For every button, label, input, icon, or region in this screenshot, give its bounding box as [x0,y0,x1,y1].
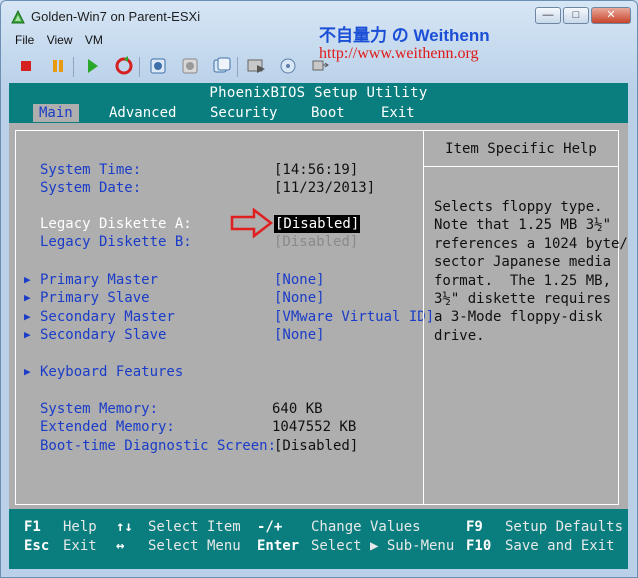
watermark-title: 不自量力 の Weithenn [319,26,490,45]
vm-console-window: Golden-Win7 on Parent-ESXi — □ ✕ 不自量力 の … [0,0,638,578]
plusminus-key: -/+ [257,519,283,535]
extended-memory-value: 1047552 KB [272,419,357,435]
legacy-diskette-a-value[interactable]: [Disabled] [274,215,361,233]
system-time-label: System Time: [40,162,142,178]
window-title: Golden-Win7 on Parent-ESXi [31,9,201,24]
help-title: Item Specific Help [424,131,618,167]
legacy-diskette-b-label: Legacy Diskette B: [40,234,192,250]
bios-title: PhoenixBIOS Setup Utility [209,85,428,101]
updown-key: ↑↓ [116,519,133,535]
menu-vm[interactable]: VM [85,33,103,47]
menu-file[interactable]: File [15,33,34,47]
f10-desc: Save and Exit [505,538,615,554]
menu-bar: File View VM [15,33,112,51]
snapshot-icon [150,58,166,74]
submenu-arrow-icon: ▶ [24,273,31,286]
leftright-desc: Select Menu [148,538,241,554]
tab-security[interactable]: Security [204,104,283,122]
tab-boot[interactable]: Boot [305,104,351,122]
boot-diagnostic-label: Boot-time Diagnostic Screen: [40,438,277,454]
f1-desc: Help [63,519,97,535]
primary-slave-label: Primary Slave [40,290,150,306]
esc-desc: Exit [63,538,97,554]
f9-key: F9 [466,519,483,535]
snapshot-button[interactable] [147,55,169,79]
tab-exit[interactable]: Exit [375,104,421,122]
revert-snapshot-icon [182,58,198,74]
secondary-master-value: [VMware Virtual ID] [274,309,435,325]
cd-device-icon [280,58,296,74]
annotation-arrow-icon [230,208,274,238]
manage-snapshots-icon [213,57,231,73]
cd-device-button[interactable] [277,55,299,79]
esc-key: Esc [24,538,50,554]
console-options-button[interactable] [245,55,267,79]
legacy-diskette-b-value: [Disabled] [274,234,359,250]
watermark: 不自量力 の Weithenn http://www.weithenn.org [319,21,529,63]
leftright-key: ↔ [116,538,125,554]
system-memory-label: System Memory: [40,401,159,417]
f1-key: F1 [24,519,41,535]
f9-desc: Setup Defaults [505,519,624,535]
pause-button[interactable] [47,55,69,79]
submenu-arrow-icon: ▶ [24,328,31,341]
bios-tabs: Main Advanced Security Boot Exit [9,104,628,122]
stop-button[interactable] [15,55,37,79]
enter-desc: Select ▶ Sub-Menu [311,538,455,554]
toolbar-separator [73,57,74,77]
reset-button[interactable] [113,55,135,79]
submenu-arrow-icon: ▶ [24,365,31,378]
play-icon [88,59,98,73]
system-time-value[interactable]: [14:56:19] [274,161,358,179]
vm-app-icon [11,9,25,24]
console-options-icon [247,59,265,73]
plusminus-desc: Change Values [311,519,421,535]
network-device-icon [312,60,329,71]
boot-diagnostic-value[interactable]: [Disabled] [274,437,358,455]
close-button[interactable]: ✕ [591,7,631,24]
minimize-button[interactable]: — [535,7,561,24]
extended-memory-label: Extended Memory: [40,419,175,435]
settings-panel: System Time: [14:56:19] System Date: [11… [15,130,434,505]
keyboard-features-label: Keyboard Features [40,364,184,380]
system-date-value[interactable]: [11/23/2013] [274,179,375,197]
primary-slave-value: [None] [274,290,325,306]
bios-key-legend: F1 Help ↑↓ Select Item -/+ Change Values… [9,509,628,569]
f10-key: F10 [466,538,492,554]
help-text: Selects floppy type. Note that 1.25 MB 3… [434,199,628,344]
primary-master-label: Primary Master [40,272,159,288]
reset-icon [115,56,133,75]
system-date-label: System Date: [40,180,142,196]
primary-master-value: [None] [274,272,325,288]
secondary-slave-value: [None] [274,327,325,343]
toolbar-separator [139,57,140,77]
maximize-button[interactable]: □ [563,7,589,24]
submenu-arrow-icon: ▶ [24,310,31,323]
secondary-master-label: Secondary Master [40,309,175,325]
stop-icon [21,61,31,71]
toolbar-separator [237,57,238,77]
tab-main[interactable]: Main [33,104,79,122]
pause-icon [53,60,63,72]
bios-header: PhoenixBIOS Setup Utility Main Advanced … [9,83,628,123]
network-device-button[interactable] [309,55,331,79]
submenu-arrow-icon: ▶ [24,291,31,304]
secondary-slave-label: Secondary Slave [40,327,167,343]
updown-desc: Select Item [148,519,241,535]
tab-advanced[interactable]: Advanced [103,104,182,122]
watermark-url: http://www.weithenn.org [319,45,479,62]
legacy-diskette-a-label: Legacy Diskette A: [40,216,192,232]
revert-snapshot-button[interactable] [179,55,201,79]
system-memory-value: 640 KB [272,401,323,417]
bios-console[interactable]: PhoenixBIOS Setup Utility Main Advanced … [9,83,628,569]
play-button[interactable] [81,55,103,79]
enter-key: Enter [257,538,300,554]
menu-view[interactable]: View [47,33,73,47]
help-panel: Item Specific Help Selects floppy type. … [423,130,628,505]
manage-snapshots-button[interactable] [211,55,233,79]
